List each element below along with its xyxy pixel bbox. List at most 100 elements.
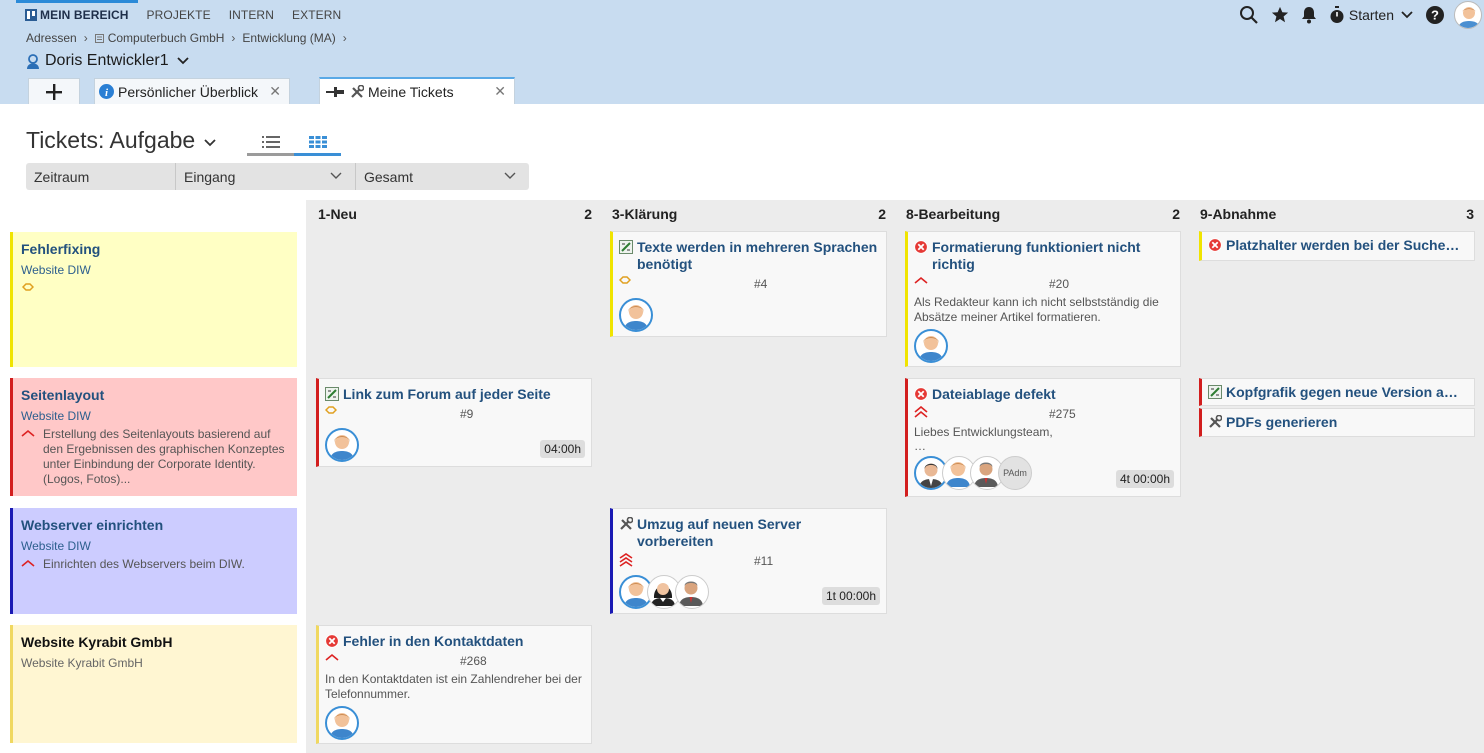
filter-label: Zeitraum (34, 168, 90, 185)
ticket-card[interactable]: Kopfgrafik gegen neue Version a… (1199, 378, 1475, 406)
avatar[interactable] (914, 329, 948, 363)
column-count: 2 (1172, 206, 1180, 222)
task-icon (1208, 385, 1222, 401)
chevron-right-icon: › (342, 31, 347, 45)
task-icon (619, 240, 633, 273)
topnav-projekte[interactable]: PROJEKTE (138, 0, 220, 30)
column-header: 1-Neu 2 (318, 206, 592, 222)
lane-subtitle: Website DIW (21, 263, 91, 277)
lane-website-kyrabit[interactable]: Website Kyrabit GmbH Website Kyrabit Gmb… (10, 625, 297, 743)
breadcrumb-adressen[interactable]: Adressen (26, 31, 77, 45)
grid-icon (308, 135, 327, 148)
ticket-description-more: … (914, 439, 926, 453)
avatar[interactable] (325, 428, 359, 462)
header-tools: Starten ? (1227, 0, 1484, 30)
tab-persoenlicher-ueberblick[interactable]: i Persönlicher Überblick ✕ (94, 78, 290, 104)
column-name: 8-Bearbeitung (906, 206, 1001, 222)
pin-icon[interactable] (326, 86, 344, 98)
search-icon[interactable] (1239, 5, 1259, 25)
starten-label: Starten (1348, 7, 1394, 23)
filter-label: Gesamt (364, 168, 414, 185)
ticket-card[interactable]: Umzug auf neuen Server vorbereiten #11 1… (610, 508, 887, 614)
filter-zeitraum[interactable]: Zeitraum (26, 163, 176, 190)
avatar[interactable] (675, 575, 709, 609)
breadcrumb-company[interactable]: Computerbuch GmbH (108, 31, 225, 45)
ticket-card[interactable]: Fehler in den Kontaktdaten #268 In den K… (316, 625, 592, 744)
plus-icon (46, 83, 62, 100)
user-avatar[interactable] (1454, 1, 1482, 29)
avatar-initials[interactable]: PAdm (998, 456, 1032, 490)
task-icon (325, 387, 339, 403)
ticket-number: #9 (460, 407, 474, 421)
ticket-card[interactable]: Platzhalter werden bei der Suche… (1199, 231, 1475, 261)
priority-normal-icon (22, 283, 297, 291)
ticket-card[interactable]: Texte werden in mehreren Sprachen benöti… (610, 231, 887, 337)
tab-meine-tickets[interactable]: Meine Tickets ✕ (319, 77, 515, 104)
ticket-title: Link zum Forum auf jeder Seite (343, 386, 551, 402)
ticket-card[interactable]: Formatierung funktioniert nicht richtig … (905, 231, 1181, 367)
column-count: 2 (584, 206, 592, 222)
bug-icon (1208, 238, 1222, 254)
person-selector[interactable]: Doris Entwickler1 (26, 52, 190, 70)
breadcrumb-department[interactable]: Entwicklung (MA) (242, 31, 335, 45)
ticket-title: Dateiablage defekt (932, 386, 1056, 402)
ticket-number: #268 (460, 654, 487, 668)
ticket-title: PDFs generieren (1226, 414, 1338, 430)
ticket-card[interactable]: Dateiablage defekt #275 Liebes Entwicklu… (905, 378, 1181, 497)
ticket-title: Formatierung funktioniert nicht richtig (932, 239, 1141, 272)
lane-title: Fehlerfixing (21, 241, 101, 257)
priority-high-icon (914, 276, 1174, 284)
avatar[interactable] (325, 706, 359, 740)
chevron-down-icon (330, 172, 342, 179)
page-title-text: Tickets: Aufgabe (26, 127, 196, 153)
tools-icon (619, 517, 633, 550)
view-toggle (247, 130, 341, 156)
bug-icon (914, 240, 928, 273)
add-tab-button[interactable] (28, 78, 80, 104)
tools-icon (1208, 415, 1222, 431)
priority-highest-icon (619, 553, 880, 567)
ticket-title: Texte werden in mehreren Sprachen benöti… (637, 239, 878, 272)
avatar[interactable] (619, 298, 653, 332)
column-count: 2 (878, 206, 886, 222)
priority-high-icon (21, 559, 35, 572)
topnav-mein-bereich[interactable]: MEIN BEREICH (16, 0, 138, 30)
chevron-right-icon: › (231, 31, 236, 45)
starten-button[interactable]: Starten (1329, 6, 1414, 24)
lane-fehlerfixing[interactable]: Fehlerfixing Website DIW (10, 232, 297, 367)
ticket-number: #11 (754, 554, 774, 568)
column-header: 9-Abnahme 3 (1200, 206, 1474, 222)
chevron-down-icon (1401, 11, 1413, 19)
filter-bar: Zeitraum Eingang Gesamt (26, 163, 529, 190)
close-icon[interactable]: ✕ (494, 83, 506, 100)
duration-badge: 4t 00:00h (1115, 470, 1174, 488)
list-view-button[interactable] (247, 130, 294, 156)
close-icon[interactable]: ✕ (269, 83, 281, 100)
priority-very-high-icon (914, 406, 1174, 418)
chevron-right-icon: › (83, 31, 88, 45)
star-icon[interactable] (1271, 6, 1289, 24)
lane-seitenlayout[interactable]: Seitenlayout Website DIW Erstellung des … (10, 378, 297, 496)
board-view-button[interactable] (294, 130, 341, 156)
topnav-intern[interactable]: INTERN (220, 0, 283, 30)
bug-icon (325, 634, 339, 650)
tab-label: Meine Tickets (368, 83, 454, 100)
column-name: 1-Neu (318, 206, 357, 222)
lane-webserver-einrichten[interactable]: Webserver einrichten Website DIW Einrich… (10, 508, 297, 614)
ticket-number: #20 (1049, 277, 1070, 291)
ticket-card[interactable]: PDFs generieren (1199, 408, 1475, 437)
ticket-card[interactable]: Link zum Forum auf jeder Seite #9 04:00h (316, 378, 592, 467)
person-name: Doris Entwickler1 (45, 52, 169, 69)
tab-bar: i Persönlicher Überblick ✕ Meine Tickets… (0, 77, 521, 104)
ticket-title: Kopfgrafik gegen neue Version a… (1226, 384, 1458, 400)
bell-icon[interactable] (1301, 6, 1317, 24)
topnav-extern[interactable]: EXTERN (283, 0, 350, 30)
lane-title: Webserver einrichten (21, 517, 164, 533)
filter-gesamt[interactable]: Gesamt (356, 163, 529, 190)
svg-text:?: ? (1431, 8, 1439, 23)
kanban-board: 1-Neu 2 3-Klärung 2 8-Bearbeitung 2 9-Abnah… (0, 200, 1484, 753)
ticket-description: Als Redakteur kann ich nicht selbstständ… (914, 295, 1159, 324)
filter-eingang[interactable]: Eingang (176, 163, 356, 190)
help-icon[interactable]: ? (1426, 6, 1444, 24)
page-title[interactable]: Tickets: Aufgabe (26, 127, 217, 154)
